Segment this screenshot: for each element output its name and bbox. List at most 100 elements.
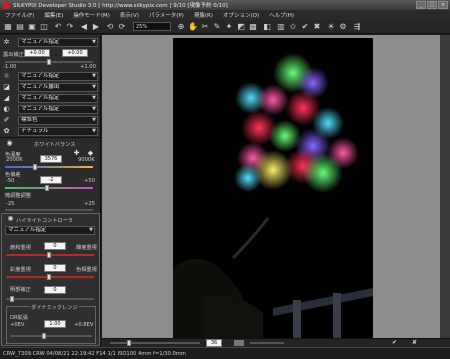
menu-develop[interactable]: 現像(R) (189, 11, 218, 19)
wb-picker-icon[interactable]: ✦ (224, 22, 234, 32)
close-button[interactable]: × (438, 1, 448, 9)
thumbnail-icon[interactable]: ▦ (3, 22, 13, 32)
toolbar: ▦ ▤ ▣ ◫ ↶ ↷ ◀ ▶ ⟲ ⟳ 25% ⊕ ✋ ✂ ✎ ✦ ◩ ▩ ◧ … (0, 20, 450, 34)
rotate-right-icon[interactable]: ⟳ (117, 22, 127, 32)
prev-icon[interactable]: ◀ (79, 22, 89, 32)
maximize-button[interactable]: □ (427, 1, 437, 9)
fine-label: 微調整調整 (5, 193, 31, 199)
fireworks-image (173, 38, 373, 342)
dr-min: +0EV (10, 322, 25, 328)
menu-view[interactable]: 表示(V) (115, 11, 144, 19)
page-number-field[interactable]: 36 (206, 339, 222, 347)
taste-select[interactable]: マニュアル指定 ▼ (18, 37, 98, 47)
page-slider-thumb[interactable] (127, 340, 131, 346)
grid-icon[interactable]: ▤ (15, 22, 25, 32)
exposure-left-field[interactable]: +0.00 (24, 49, 50, 57)
wb-title: ホワイトバランス (34, 142, 76, 148)
menu-file[interactable]: ファイル(F) (0, 11, 39, 19)
hl-bright-slider[interactable] (6, 298, 94, 300)
dr-max: +0.8EV (74, 322, 94, 328)
navigation-bar: 36 ✔ ✘ (102, 338, 450, 347)
next-icon[interactable]: ▶ (91, 22, 101, 32)
highlight-icon: ✺ (7, 215, 14, 223)
fit-button[interactable] (234, 340, 244, 346)
ok-icon[interactable]: ✔ (392, 339, 397, 346)
hl-hue-field[interactable]: 0 (44, 264, 66, 272)
tone-select[interactable]: マニュアル指定 ▼ (18, 93, 98, 103)
crop-icon[interactable]: ✂ (200, 22, 210, 32)
hl-bright-field[interactable]: 0 (44, 286, 66, 294)
eyedropper-icon[interactable]: ✎ (212, 22, 222, 32)
wb-preset-select[interactable]: マニュアル指定 ▼ (18, 71, 98, 81)
hl-sat-label: 飽和重視 (10, 245, 31, 251)
tint-field[interactable]: -2 (40, 176, 62, 184)
style-icon: ✿ (3, 126, 10, 135)
hl-hue-label: 彩度重視 (10, 267, 31, 273)
temp-slider[interactable] (5, 166, 93, 168)
exposure-right-field[interactable]: +0.00 (62, 49, 88, 57)
dr-title: ダイナミックレンジ (30, 304, 79, 311)
dr-field[interactable]: 1.00 (44, 320, 66, 328)
tint-slider[interactable] (5, 187, 93, 189)
undo-icon[interactable]: ↶ (53, 22, 63, 32)
delete-icon[interactable]: ✖ (312, 22, 322, 32)
batch-develop-icon[interactable]: ⇶ (352, 22, 362, 32)
star-icon[interactable]: ✩ (288, 22, 298, 32)
zoom-icon[interactable]: ⊕ (176, 22, 186, 32)
settings-icon[interactable]: ⚙ (338, 22, 348, 32)
contrast-select[interactable]: マニュアル指定 ▼ (18, 104, 98, 114)
hl-sat-slider-thumb[interactable] (47, 252, 51, 258)
redo-icon[interactable]: ↷ (65, 22, 75, 32)
dr-label: DR拡張 (10, 315, 28, 321)
color-select[interactable]: 標準色 ▼ (18, 115, 98, 125)
rotate-left-icon[interactable]: ⟲ (105, 22, 115, 32)
fine-slider[interactable] (5, 209, 93, 211)
menu-edit[interactable]: 編集(E) (39, 11, 68, 19)
fullscreen-icon[interactable]: ◫ (39, 22, 49, 32)
temp-field[interactable]: 3576 (40, 155, 62, 163)
level-icon[interactable]: ◩ (236, 22, 246, 32)
menu-parameter[interactable]: パラメータ(P) (144, 11, 189, 19)
zoom-slider[interactable] (250, 342, 284, 344)
dr-slider[interactable] (10, 335, 92, 337)
exposure-mode-icon: ◪ (3, 82, 10, 91)
hl-sat-right: 輝度重視 (76, 245, 97, 251)
vertical-scrollbar[interactable] (440, 35, 450, 338)
preview-icon[interactable]: ▣ (27, 22, 37, 32)
menu-help[interactable]: ヘルプ(H) (264, 11, 299, 19)
develop-icon[interactable]: ▩ (248, 22, 258, 32)
menu-bar: ファイル(F) 編集(E) 操作モード(M) 表示(V) パラメータ(P) 現像… (0, 10, 450, 20)
hl-bright-label: 明部補正 (10, 287, 31, 293)
dr-slider-thumb[interactable] (42, 333, 46, 339)
hl-preset-select[interactable]: マニュアル指定 ▼ (5, 226, 95, 235)
compare-icon[interactable]: ◧ (262, 22, 272, 32)
menu-mode[interactable]: 操作モード(M) (68, 11, 115, 19)
mark-icon[interactable]: ✔ (300, 22, 310, 32)
fireworks-photo (173, 38, 373, 342)
control-panel: ✲ マニュアル指定 ▼ 露出補正 +0.00 +0.00 -1.00 +1.00 … (0, 35, 101, 346)
hl-sat-field[interactable]: 0 (44, 242, 66, 250)
style-select[interactable]: ナチュラル ▼ (18, 126, 98, 136)
taste-icon: ✲ (3, 37, 10, 46)
wb-preset-icon: ☼ (3, 71, 10, 80)
exposure-mode-select[interactable]: マニュアル露出 ▼ (18, 82, 98, 92)
hl-hue-slider-thumb[interactable] (47, 274, 51, 280)
file-info: CRW_7309.CRW 04/08/21 22:19:42 F14 1/1 I… (3, 350, 186, 357)
zoom-select[interactable]: 25% (133, 22, 171, 31)
exposure-max: +1.00 (80, 64, 96, 70)
hand-icon[interactable]: ✋ (188, 22, 198, 32)
exposure-icon[interactable]: ☀ (326, 22, 336, 32)
menu-option[interactable]: オプション(O) (218, 11, 264, 19)
exposure-slider-thumb[interactable] (47, 59, 51, 65)
minimize-button[interactable]: _ (416, 1, 426, 9)
hl-bright-slider-thumb[interactable] (10, 296, 14, 302)
highlight-controller-panel: ✺ ハイライトコントローラ マニュアル指定 ▼ 飽和重視 0 輝度重視 彩度重視 … (1, 213, 100, 346)
tint-slider-thumb[interactable] (45, 185, 49, 191)
exposure-min: -1.00 (3, 64, 17, 70)
histogram-icon[interactable]: ▥ (276, 22, 286, 32)
page-slider[interactable] (110, 342, 200, 344)
temp-slider-thumb[interactable] (33, 164, 37, 170)
window-title: SILKYPIX Developer Studio 3.0 [ http://w… (13, 3, 228, 9)
cancel-icon[interactable]: ✘ (412, 339, 417, 346)
divider (0, 137, 100, 138)
